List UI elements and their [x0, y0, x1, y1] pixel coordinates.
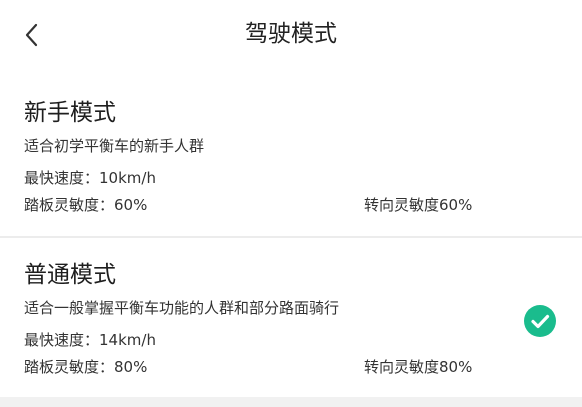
steering-sensitivity-text: 转向灵敏度60%: [364, 196, 473, 214]
mode-description: 适合初学平衡车的新手人群: [24, 137, 205, 155]
max-speed-text: 最快速度：10km/h: [24, 169, 156, 187]
bottom-spacer: [0, 397, 582, 407]
driving-mode-screen: 驾驶模式 新手模式 适合初学平衡车的新手人群 最快速度：10km/h 踏板灵敏度…: [0, 0, 582, 407]
selected-check-icon: [523, 304, 557, 338]
mode-description: 适合一般掌握平衡车功能的人群和部分路面骑行: [24, 299, 340, 317]
header-bar: 驾驶模式: [0, 0, 582, 72]
mode-name: 新手模式: [24, 100, 116, 126]
steering-sensitivity-text: 转向灵敏度80%: [364, 358, 473, 376]
page-title: 驾驶模式: [245, 21, 337, 47]
pedal-sensitivity-text: 踏板灵敏度：80%: [24, 358, 148, 376]
mode-card-normal[interactable]: 普通模式 适合一般掌握平衡车功能的人群和部分路面骑行 最快速度：14km/h 踏…: [0, 238, 582, 397]
mode-card-novice[interactable]: 新手模式 适合初学平衡车的新手人群 最快速度：10km/h 踏板灵敏度：60% …: [0, 90, 582, 236]
pedal-sensitivity-text: 踏板灵敏度：60%: [24, 196, 148, 214]
max-speed-text: 最快速度：14km/h: [24, 331, 156, 349]
mode-name: 普通模式: [24, 262, 116, 288]
